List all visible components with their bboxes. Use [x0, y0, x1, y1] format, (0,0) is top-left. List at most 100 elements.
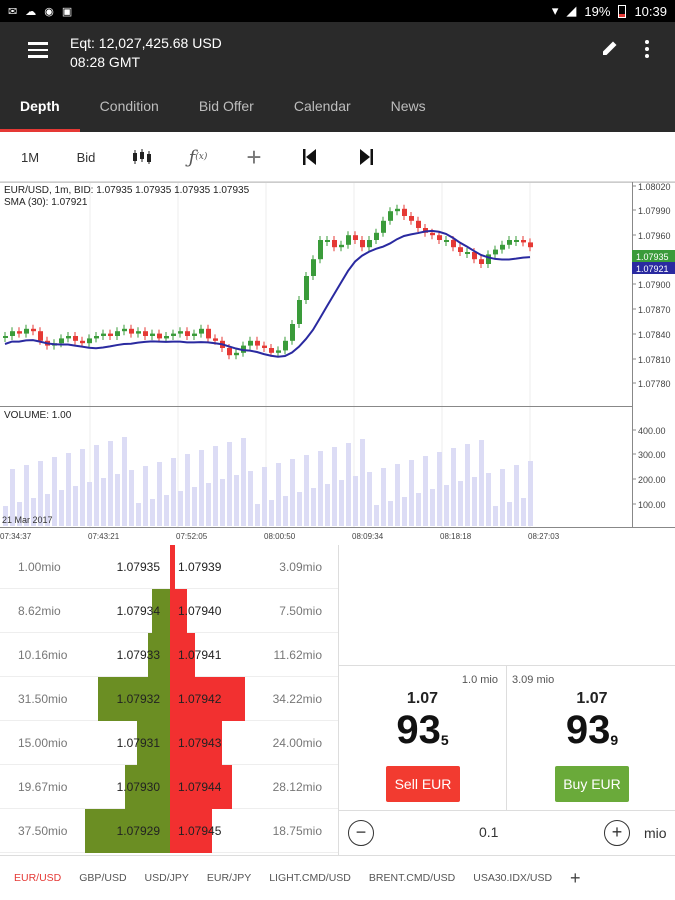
tab-bid-offer[interactable]: Bid Offer [179, 80, 274, 132]
volume-bar [388, 501, 393, 526]
bid-volume: 19.67mio [18, 780, 68, 794]
skip-end-icon[interactable] [346, 132, 386, 182]
volume-bar [472, 477, 477, 526]
volume-bar [451, 448, 456, 526]
buy-button[interactable]: Buy EUR [555, 766, 629, 802]
increase-icon[interactable]: + [604, 820, 630, 846]
candle-body [500, 244, 505, 250]
candle-body [66, 336, 71, 339]
instrument-tab[interactable]: USA30.IDX/USD [473, 872, 552, 884]
volume-tick-label: 400.00 [638, 426, 666, 436]
price-type-button[interactable]: Bid [66, 132, 106, 182]
price-tick-label: 1.07840 [638, 330, 671, 340]
candle-body [199, 328, 204, 334]
ask-volume: 34.22mio [272, 692, 322, 706]
candle-body [276, 350, 281, 353]
bid-volume: 37.50mio [18, 824, 68, 838]
volume-bar [430, 489, 435, 526]
instrument-tabs: EUR/USD GBP/USD USD/JPY EUR/JPY LIGHT.CM… [0, 855, 675, 900]
depth-row: 10.16mio 1.07933 1.07941 11.62mio [0, 633, 338, 677]
candle-body [38, 331, 43, 341]
bid-price[interactable]: 1.07930 [117, 780, 160, 794]
ask-price[interactable]: 1.07942 [178, 692, 221, 706]
price-tick-label: 1.07810 [638, 355, 671, 365]
bid-price[interactable]: 1.07933 [117, 648, 160, 662]
signal-icon: ◢ [566, 3, 577, 18]
sell-panel: 1.0 mio 1.07 935 Sell EUR [339, 666, 507, 811]
bid-volume: 10.16mio [18, 648, 68, 662]
bid-price[interactable]: 1.07929 [117, 824, 160, 838]
candle-body [332, 240, 337, 248]
volume-bar [220, 479, 225, 526]
ask-price[interactable]: 1.07940 [178, 604, 221, 618]
ask-price[interactable]: 1.07945 [178, 824, 221, 838]
candle-body [192, 333, 197, 336]
candle-body [31, 328, 36, 332]
candle-body [178, 331, 183, 334]
ask-price[interactable]: 1.07943 [178, 736, 221, 750]
decrease-icon[interactable]: − [348, 820, 374, 846]
candle-body [514, 240, 519, 242]
tab-calendar[interactable]: Calendar [274, 80, 371, 132]
volume-bar [339, 480, 344, 526]
volume-bar [59, 490, 64, 526]
price-tick-label: 1.07780 [638, 379, 671, 389]
candle-body [227, 348, 232, 356]
bid-price[interactable]: 1.07934 [117, 604, 160, 618]
volume-bar [73, 486, 78, 526]
instrument-tab[interactable]: GBP/USD [79, 872, 126, 884]
price-tick-label: 1.08020 [638, 182, 671, 192]
candle-body [248, 340, 253, 346]
ask-volume: 28.12mio [272, 780, 322, 794]
depth-row: 15.00mio 1.07931 1.07943 24.00mio [0, 721, 338, 765]
volume-bar [500, 469, 505, 526]
add-instrument-icon[interactable]: + [570, 868, 581, 889]
candle-body [24, 328, 29, 334]
tab-news[interactable]: News [371, 80, 446, 132]
instrument-tab[interactable]: EUR/JPY [207, 872, 251, 884]
volume-bar [332, 447, 337, 526]
candle-body [409, 216, 414, 221]
volume-bar [325, 484, 330, 526]
volume-bar [360, 439, 365, 526]
function-icon[interactable]: ƒ (x) [178, 132, 218, 182]
overflow-menu-icon[interactable] [645, 40, 651, 61]
instrument-tab[interactable]: EUR/USD [14, 872, 61, 884]
ask-price[interactable]: 1.07941 [178, 648, 221, 662]
tab-condition[interactable]: Condition [80, 80, 179, 132]
sell-button[interactable]: Sell EUR [386, 766, 460, 802]
price-chart[interactable]: EUR/USD, 1m, BID: 1.07935 1.07935 1.0793… [0, 182, 675, 545]
instrument-tab[interactable]: BRENT.CMD/USD [369, 872, 455, 884]
ask-price[interactable]: 1.07939 [178, 560, 221, 574]
instrument-tab[interactable]: USD/JPY [145, 872, 189, 884]
bid-price[interactable]: 1.07931 [117, 736, 160, 750]
bid-price[interactable]: 1.07932 [117, 692, 160, 706]
volume-bar [248, 471, 253, 526]
timeframe-button[interactable]: 1M [10, 132, 50, 182]
battery-icon [618, 4, 627, 18]
volume-bar [409, 460, 414, 526]
crosshair-icon[interactable]: + [234, 132, 274, 182]
candlestick-icon[interactable] [122, 132, 162, 182]
quantity-value[interactable]: 0.1 [479, 824, 498, 840]
candle-body [374, 232, 379, 240]
candle-body [157, 333, 162, 339]
ask-price[interactable]: 1.07944 [178, 780, 221, 794]
candle-body [395, 208, 400, 212]
tab-depth[interactable]: Depth [0, 80, 80, 132]
edit-icon[interactable] [600, 38, 620, 58]
candle-body [360, 240, 365, 248]
volume-bar [227, 442, 232, 526]
skip-start-icon[interactable] [290, 132, 330, 182]
volume-bar [269, 500, 274, 526]
volume-bar [367, 472, 372, 526]
instrument-tab[interactable]: LIGHT.CMD/USD [269, 872, 351, 884]
ask-volume: 3.09mio [279, 560, 322, 574]
bid-price[interactable]: 1.07935 [117, 560, 160, 574]
equity-value: Eqt: 12,027,425.68 USD [70, 35, 222, 51]
sell-size: 1.0 mio [461, 674, 498, 686]
volume-bar [374, 505, 379, 526]
buy-price-big: 1.07 [576, 690, 608, 707]
menu-icon[interactable] [28, 42, 48, 58]
candle-body [465, 252, 470, 254]
